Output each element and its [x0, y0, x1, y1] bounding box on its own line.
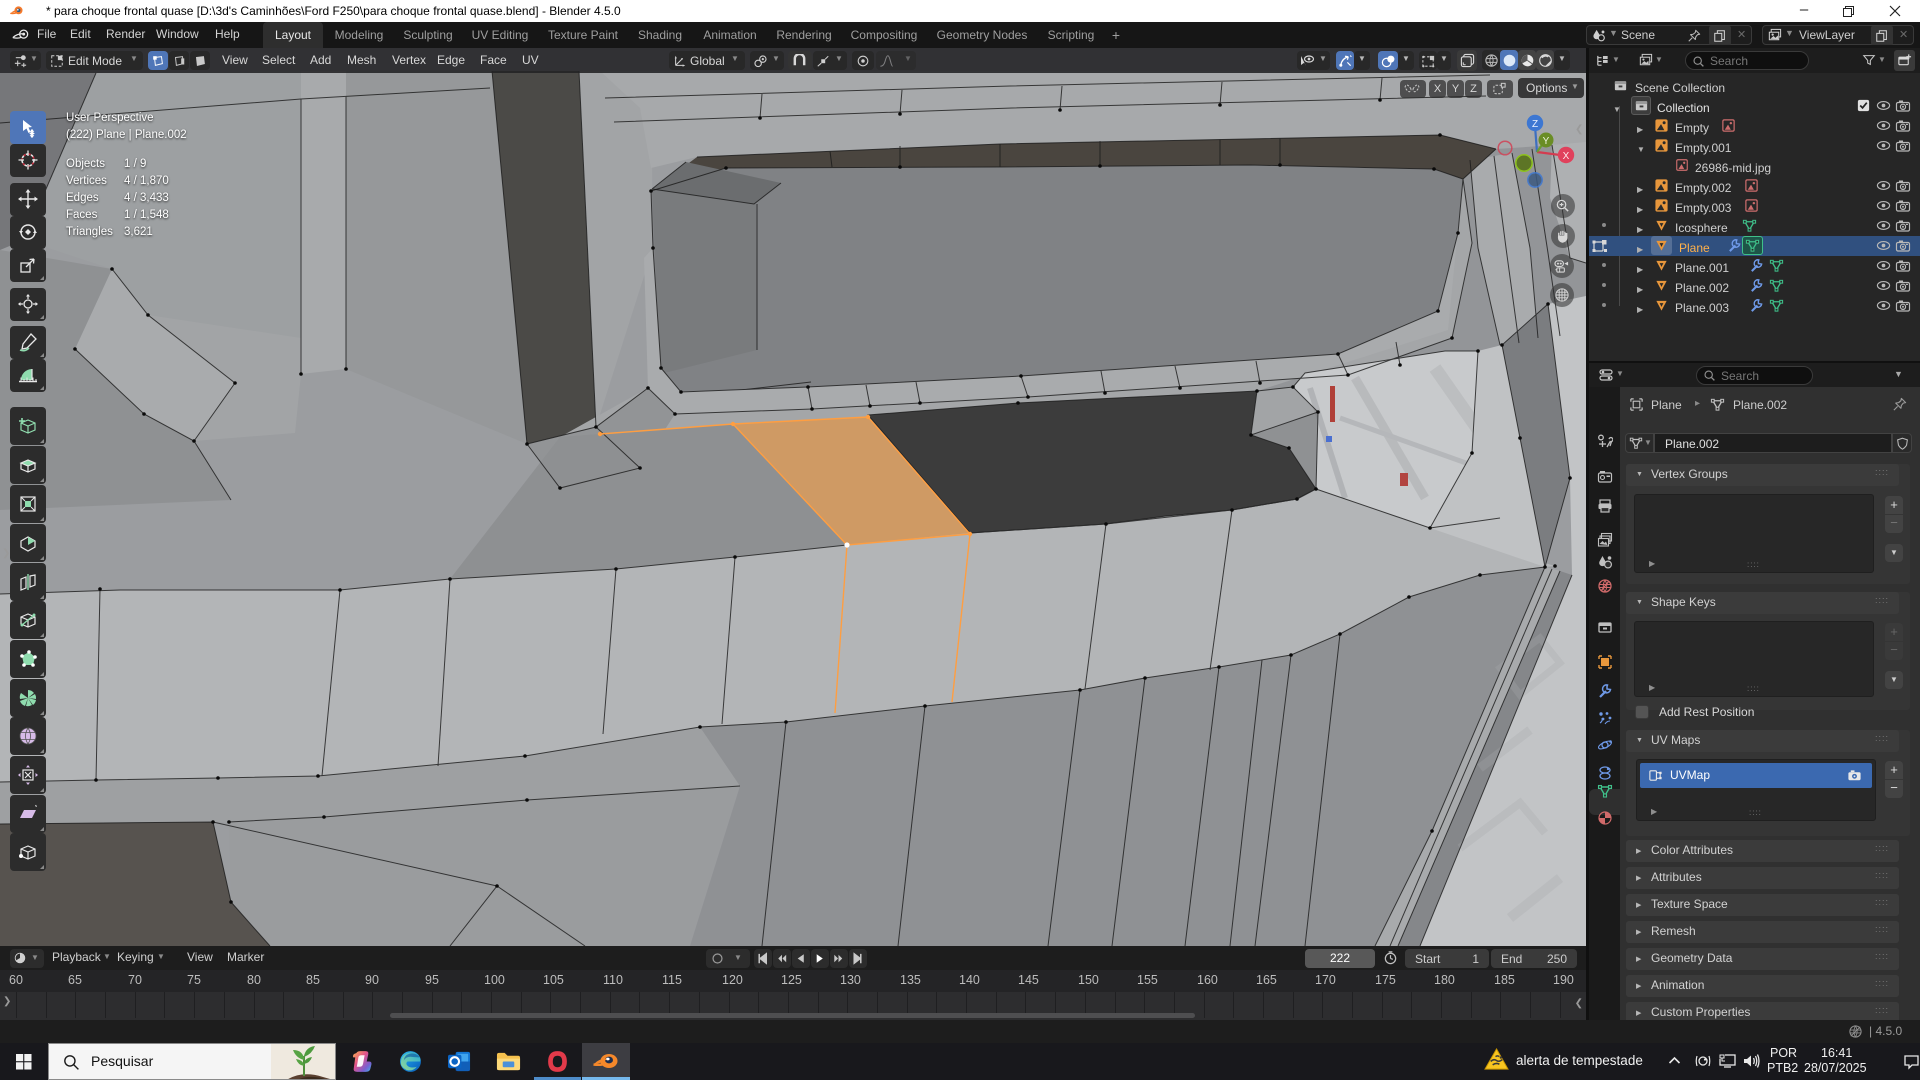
svg-text:Z: Z — [1532, 119, 1538, 130]
svg-text:Y: Y — [1543, 136, 1550, 147]
svg-text:X: X — [1563, 151, 1570, 162]
